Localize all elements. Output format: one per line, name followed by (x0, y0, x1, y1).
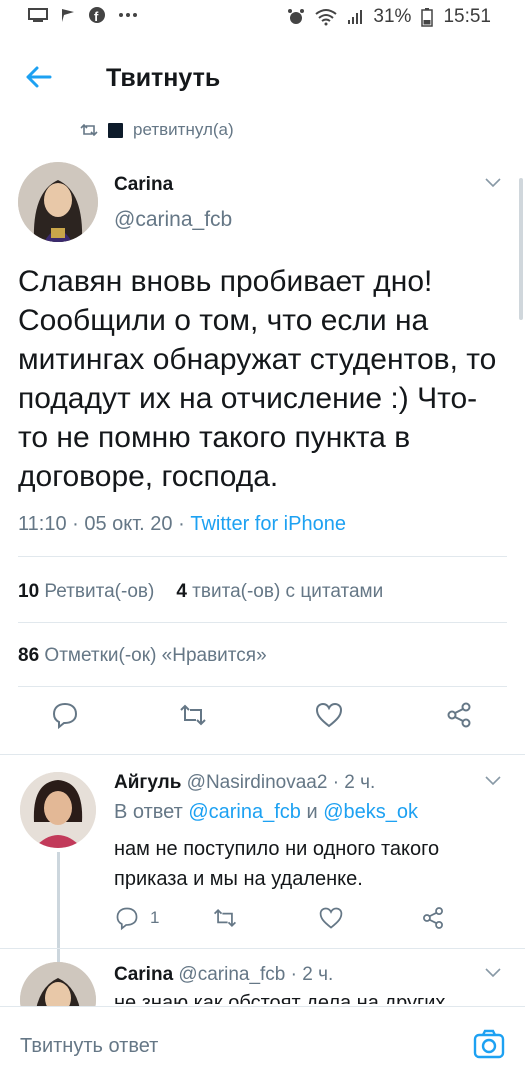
tweet-text: Славян вновь пробивает дно! Сообщили о т… (18, 265, 497, 493)
chevron-down-icon[interactable] (485, 178, 501, 188)
retweet-icon (80, 123, 98, 137)
reply-icon (116, 907, 138, 931)
quotes-stat[interactable]: 4 твита(-ов) с цитатами (176, 581, 383, 603)
reply-actions: 1 (0, 904, 525, 934)
clock: 15:51 (443, 6, 491, 27)
divider (18, 622, 507, 623)
svg-text:f: f (94, 9, 99, 24)
author-name[interactable]: Carina (114, 174, 173, 196)
tweet-meta: 11:10 · 05 окт. 20 · Twitter for iPhone (18, 513, 346, 536)
share-icon[interactable] (420, 904, 446, 932)
app-header: Твитнуть (0, 38, 525, 114)
signal-icon (348, 10, 363, 24)
divider (0, 754, 525, 755)
battery-percent: 31% (373, 6, 412, 27)
mention-link[interactable]: @carina_fcb (188, 801, 301, 823)
scrollbar[interactable] (519, 178, 523, 320)
share-icon[interactable] (444, 700, 474, 730)
battery-icon (421, 8, 434, 27)
heart-icon[interactable] (314, 700, 344, 730)
reply-text: нам не поступило ни одного такого приказ… (114, 838, 440, 890)
reply-author-name[interactable]: Айгуль (114, 772, 181, 793)
tweet-timestamp: 11:10 · 05 окт. 20 · (18, 513, 191, 535)
reply2-author-name[interactable]: Carina (114, 964, 173, 985)
screen-icon (28, 8, 48, 22)
retweet-icon[interactable] (178, 700, 208, 730)
page-title: Твитнуть (106, 64, 221, 92)
reply-to-line: В ответ @carina_fcb и @beks_ok (114, 801, 418, 824)
likes-stat[interactable]: 86 Отметки(-ок) «Нравится» (18, 645, 267, 667)
quotes-label: твита(-ов) с цитатами (192, 581, 384, 602)
chevron-down-icon[interactable] (485, 776, 501, 786)
retweets-label: Ретвита(-ов) (44, 581, 155, 602)
retweets-count: 10 (18, 581, 40, 602)
divider (0, 948, 525, 949)
flag-icon (62, 9, 74, 22)
status-bar: f 31% 15:51 (0, 0, 525, 34)
divider (18, 686, 507, 687)
quotes-count: 4 (176, 581, 187, 602)
author-avatar[interactable] (18, 162, 98, 242)
reply-count: 1 (150, 908, 160, 927)
retweet-stats: 10 Ретвита(-ов) 4 твита(-ов) с цитатами (18, 581, 383, 603)
author-avatar-image (18, 162, 98, 242)
retweeter-avatar (108, 122, 123, 138)
more-icon (119, 13, 137, 17)
reply-compose-bar[interactable]: Твитнуть ответ (0, 1006, 525, 1080)
reply-and: и (300, 801, 324, 823)
tweet-source-link[interactable]: Twitter for iPhone (190, 513, 346, 535)
reply2-handle-time: @carina_fcb · 2 ч. (178, 964, 334, 985)
back-button[interactable] (22, 60, 58, 94)
reply-input[interactable]: Твитнуть ответ (20, 1035, 158, 1058)
reply-handle-time: @Nasirdinovaa2 · 2 ч. (186, 772, 376, 793)
reply-avatar-image (20, 772, 96, 848)
retweets-stat[interactable]: 10 Ретвита(-ов) (18, 581, 154, 603)
retweet-icon[interactable] (212, 904, 238, 932)
wifi-icon (315, 9, 338, 26)
divider (18, 556, 507, 557)
reply2-text: не знаю как обстоят дела на других (114, 992, 446, 1004)
heart-icon[interactable] (318, 904, 344, 932)
reply-header: Айгуль @Nasirdinovaa2 · 2 ч. (114, 772, 375, 794)
retweeted-label: ретвитнул(а) (133, 120, 234, 139)
arrow-left-icon (26, 66, 52, 88)
reply-author-avatar[interactable] (20, 772, 96, 848)
retweeted-by[interactable]: ретвитнул(а) (80, 120, 234, 140)
mention-link[interactable]: @beks_ok (323, 801, 418, 823)
facebook-icon: f (89, 7, 105, 24)
reply-icon[interactable] (50, 700, 80, 730)
likes-label: Отметки(-ок) «Нравится» (44, 645, 267, 666)
camera-icon[interactable] (473, 1029, 505, 1059)
likes-count: 86 (18, 645, 40, 666)
chevron-down-icon[interactable] (485, 968, 501, 978)
author-handle[interactable]: @carina_fcb (114, 208, 232, 232)
reply2-header: Carina @carina_fcb · 2 ч. (114, 964, 333, 986)
alarm-icon (288, 9, 305, 24)
reply-button[interactable]: 1 (114, 904, 159, 932)
reply-prefix: В ответ (114, 801, 189, 823)
tweet-actions (0, 700, 525, 744)
